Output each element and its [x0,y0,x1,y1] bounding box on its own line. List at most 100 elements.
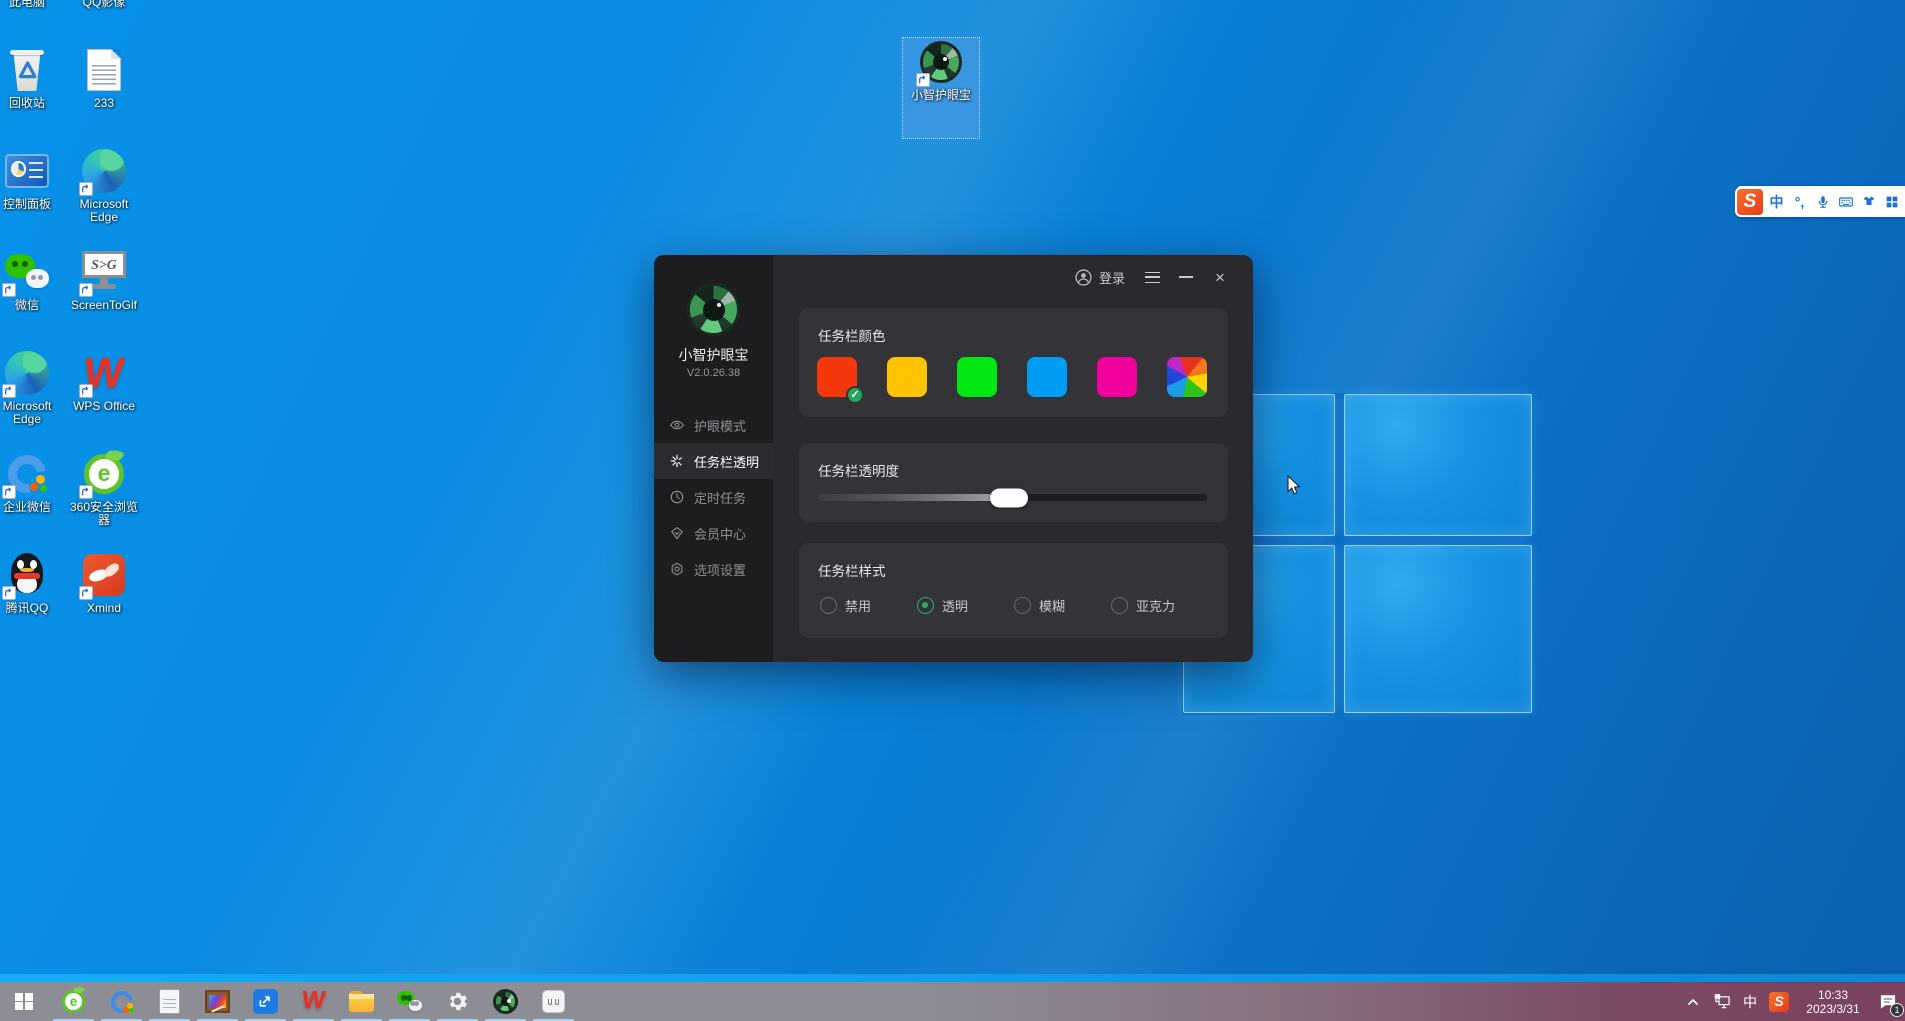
notification-center-button[interactable]: 1 [1871,982,1905,1021]
notepad-icon [159,989,180,1014]
color-swatches: ✓ [799,345,1228,397]
color-swatch-blue[interactable] [1027,357,1067,397]
login-label: 登录 [1099,268,1125,287]
sidebar-item-gem[interactable]: 会员中心 [654,515,773,551]
color-swatch-yellow[interactable] [887,357,927,397]
tray-time: 10:33 [1795,988,1871,1002]
desktop-icon-label: 此电脑 [9,0,45,9]
desktop-icon-text-doc[interactable]: 233 [66,46,142,146]
taskbar-app-wps[interactable]: W [290,982,337,1021]
ime-mic-icon[interactable] [1811,186,1834,217]
desktop-icon-recycle-bin[interactable]: 回收站 [0,46,65,146]
windows-logo-pane [1344,394,1532,536]
color-swatch-red[interactable]: ✓ [817,357,857,397]
shortcut-arrow-icon [2,485,16,499]
desktop-icon-edge[interactable]: Microsoft Edge [66,147,142,247]
ime-punctuation-icon[interactable]: °, [1788,186,1811,217]
color-swatch-rainbow[interactable] [1167,357,1207,397]
taskbar-app-settings[interactable] [434,982,481,1021]
shortcut-arrow-icon [79,586,93,600]
taskbar-app-wecom-ring[interactable] [98,982,145,1021]
minimize-button[interactable] [1169,264,1203,290]
desktop-icon-qq-image[interactable]: QQ影像 [66,0,142,45]
desktop-icon-wecom[interactable]: 企业微信 [0,450,65,550]
close-button[interactable]: × [1203,264,1237,290]
desktop-icon-screentogif[interactable]: S>G ScreenToGif [66,248,142,348]
window-menu-button[interactable] [1135,264,1169,290]
start-button[interactable] [0,982,48,1021]
desktop-icon-xmind[interactable]: Xmind [66,551,142,651]
taskbar-app-notepad[interactable] [146,982,193,1021]
opacity-slider[interactable] [818,494,1207,501]
wps-icon: W [300,989,326,1014]
nut-icon [669,561,685,577]
desktop-icon-wechat[interactable]: 微信 [0,248,65,348]
taskbar-app-wechat[interactable] [386,982,433,1021]
color-swatch-magenta[interactable] [1097,357,1137,397]
sidebar-item-sparkle[interactable]: 任务栏透明 [654,443,773,479]
hamburger-icon [1145,272,1160,283]
ime-lang-icon[interactable]: 中 [1765,186,1788,217]
tray-network-icon[interactable] [1707,982,1737,1021]
desktop-icon-label: 233 [94,97,114,110]
app-logo [687,283,741,337]
radio-icon [917,597,934,614]
shortcut-arrow-icon [79,182,93,196]
tray-ime-lang-label: 中 [1743,992,1757,1012]
desktop-icon-eyecare[interactable]: 小智护眼宝 [903,38,979,138]
ime-skin-icon[interactable] [1857,186,1880,217]
notification-badge: 1 [1890,1003,1904,1017]
desktop-icon-label: Xmind [87,602,121,615]
desktop-icon-qq[interactable]: 腾讯QQ [0,551,65,651]
taskbar-style-option[interactable]: 模糊 [1014,596,1065,615]
desktop: { "desktop": { "icons": [ { "label": "此电… [0,0,1905,1021]
shortcut-arrow-icon [79,283,93,297]
sparkle-icon [669,453,685,469]
login-button[interactable]: 登录 [1074,268,1125,287]
browser-360-icon: e [61,989,85,1013]
taskbar-app-explorer[interactable] [338,982,385,1021]
ime-toolbox-icon[interactable] [1880,186,1903,217]
sidebar-item-label: 会员中心 [694,524,746,543]
tray-chevron-up[interactable] [1679,982,1707,1021]
taskbar-app-eyecare[interactable] [482,982,529,1021]
desktop-icon-this-pc[interactable]: 此电脑 [0,0,65,45]
taskbar-app-photos[interactable] [194,982,241,1021]
radio-label: 透明 [942,596,968,615]
app-window: 小智护眼宝 V2.0.26.38 护眼模式任务栏透明定时任务会员中心选项设置 登… [654,255,1253,662]
windows-logo-pane [1344,545,1532,713]
taskbar-opacity-card: 任务栏透明度 [799,443,1228,522]
tray-ime-lang[interactable]: 中 [1737,982,1763,1021]
taskbar-style-option[interactable]: 透明 [917,596,968,615]
color-swatch-green[interactable] [957,357,997,397]
arrow-app-icon [253,989,278,1014]
white-app-icon [542,990,566,1014]
taskbar-style-option[interactable]: 亚克力 [1111,596,1175,615]
desktop-icon-browser-360[interactable]: e 360安全浏览器 [66,450,142,550]
opacity-slider-thumb[interactable] [990,488,1028,507]
tray-clock[interactable]: 10:33 2023/3/31 [1795,988,1871,1016]
shortcut-arrow-icon [2,283,16,297]
taskbar-style-option[interactable]: 禁用 [820,596,871,615]
sidebar-item-eye[interactable]: 护眼模式 [654,407,773,443]
desktop-icon-control-panel[interactable]: 控制面板 [0,147,65,247]
sidebar-item-label: 选项设置 [694,560,746,579]
taskbar-app-arrow-app[interactable] [242,982,289,1021]
sidebar-item-clock[interactable]: 定时任务 [654,479,773,515]
sogou-logo-icon[interactable]: S [1735,187,1765,217]
ime-keyboard-icon[interactable] [1834,186,1857,217]
shortcut-arrow-icon [79,384,93,398]
radio-icon [1014,597,1031,614]
desktop-icon-edge[interactable]: Microsoft Edge [0,349,65,449]
minimize-icon [1179,276,1193,278]
tray-sogou-icon[interactable]: S [1763,982,1795,1021]
sidebar-item-nut[interactable]: 选项设置 [654,551,773,587]
desktop-icon-wps[interactable]: W WPS Office [66,349,142,449]
desktop-icon-label: 腾讯QQ [6,602,49,615]
taskbar-app-browser-360[interactable]: e [50,982,97,1021]
control-panel-icon [5,154,48,187]
opacity-slider-fill [818,494,1009,501]
desktop-icon-label: 360安全浏览器 [66,501,142,527]
taskbar-app-white-app[interactable] [530,982,577,1021]
radio-icon [1111,597,1128,614]
